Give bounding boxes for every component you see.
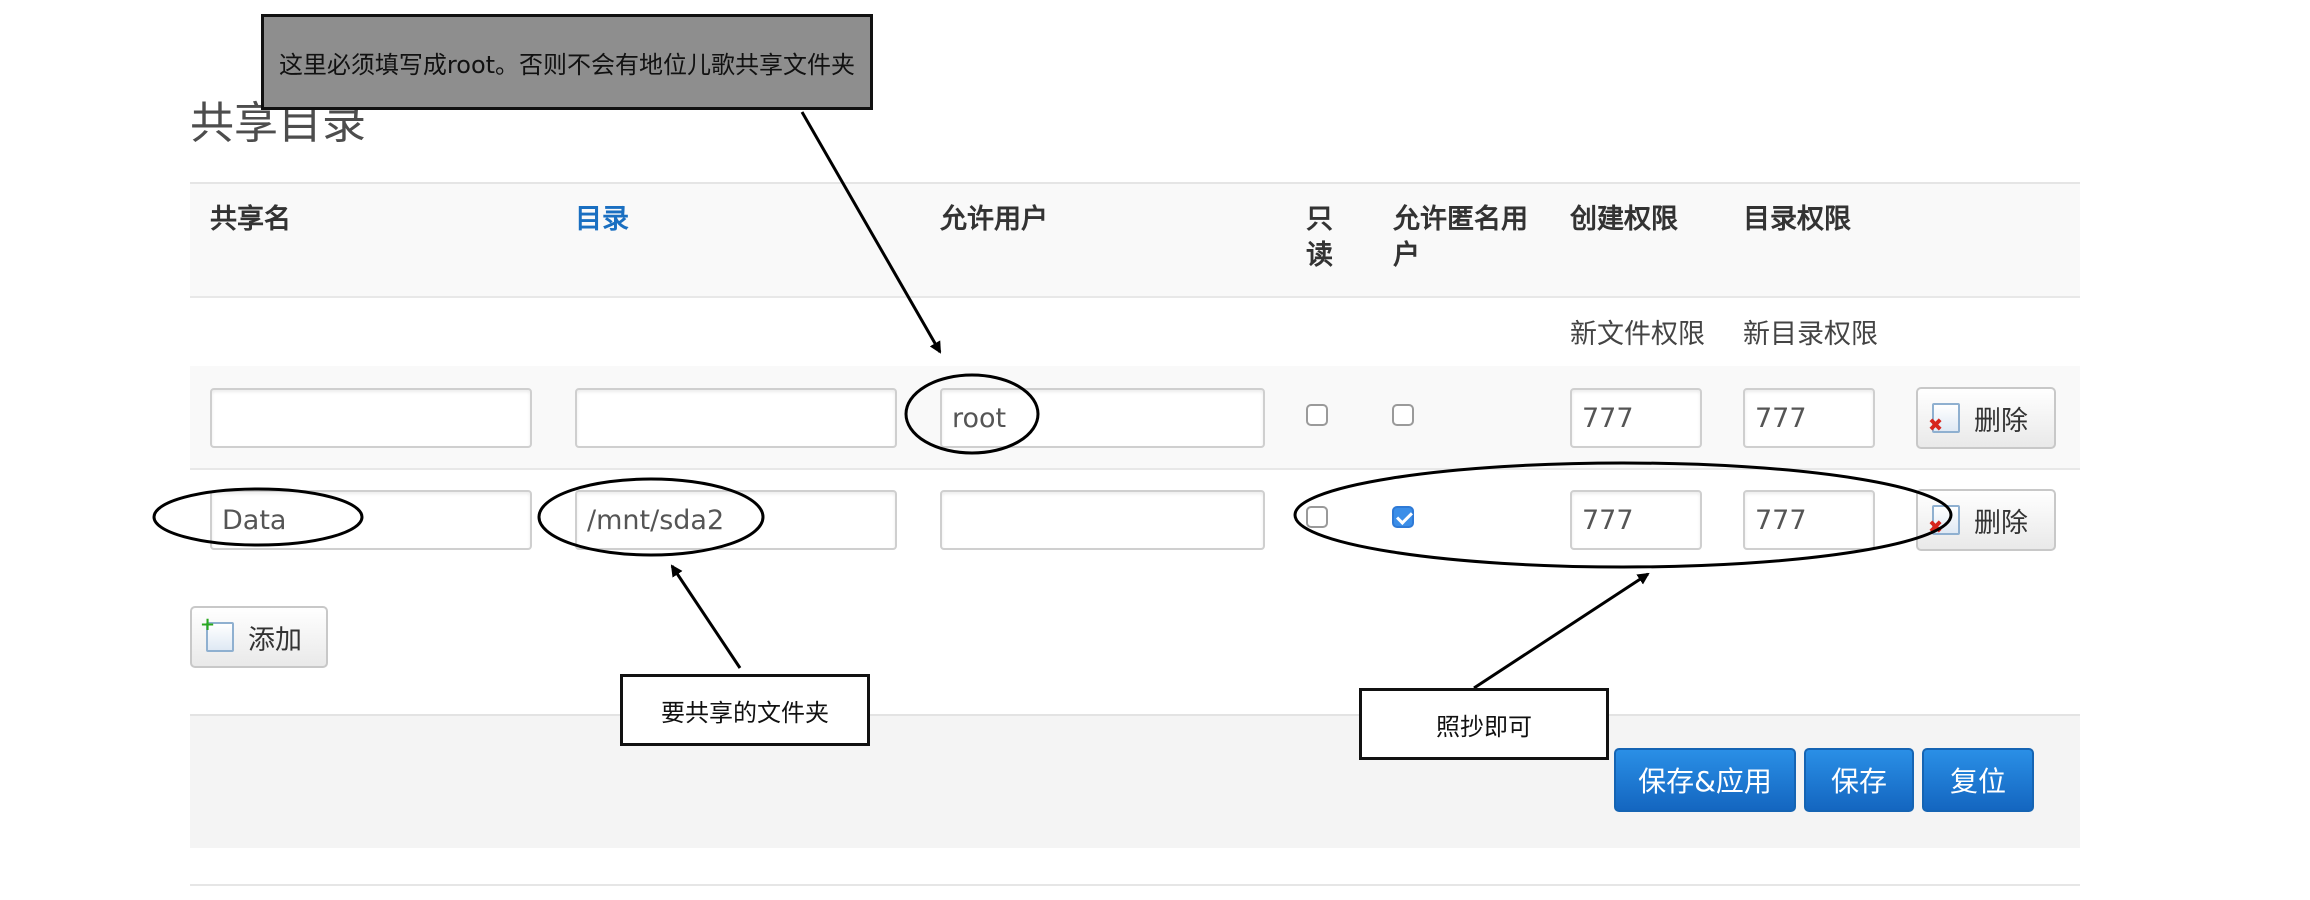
highlight-ellipse-directory xyxy=(537,477,765,557)
highlight-ellipse-permissions xyxy=(1293,461,1953,569)
callout-root-note: 这里必须填写成root。否则不会有地位儿歌共享文件夹 xyxy=(261,14,873,110)
arrow-to-permissions xyxy=(1473,572,1650,690)
highlight-ellipse-share-name xyxy=(152,487,364,547)
arrow-to-root xyxy=(800,111,942,354)
arrow-to-directory xyxy=(670,564,742,669)
callout-folder-note: 要共享的文件夹 xyxy=(620,674,870,746)
callout-copy-note: 照抄即可 xyxy=(1359,688,1609,760)
highlight-ellipse-root xyxy=(904,373,1040,455)
annotation-overlay xyxy=(152,111,1953,690)
